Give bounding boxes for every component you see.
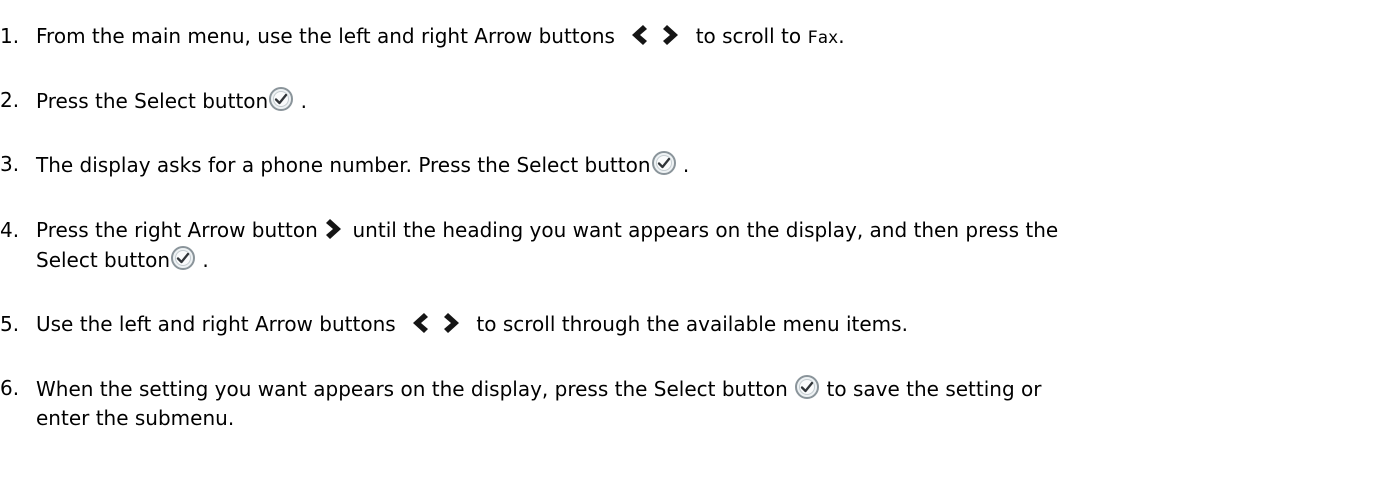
step-1-text-part-3: .: [838, 24, 845, 48]
step-1-text-part-2: to scroll to: [695, 24, 802, 48]
step-number: 4.: [0, 218, 20, 242]
step-1-text-part-1: From the main menu, use the left and rig…: [36, 24, 615, 48]
step-text: From the main menu, use the left and rig…: [36, 22, 1386, 53]
left-arrow-icon: [408, 311, 430, 335]
left-arrow-icon: [627, 23, 649, 47]
select-check-icon: [651, 150, 677, 176]
right-arrow-icon: [661, 23, 683, 47]
step-text: When the setting you want appears on the…: [36, 374, 1386, 433]
step-2-text-part-1: Press the Select button: [36, 89, 269, 113]
step-4-text-part-2: until the heading you want appears on th…: [352, 218, 1059, 242]
step-text: Press the Select button .: [36, 86, 1386, 116]
menu-item-fax: Fax: [807, 28, 839, 48]
select-check-icon: [170, 245, 196, 271]
step-4-text-part-4: .: [202, 248, 209, 272]
select-check-icon: [268, 86, 294, 112]
step-2-text-part-2: .: [300, 89, 307, 113]
step-5-text-part-1: Use the left and right Arrow buttons: [36, 312, 396, 336]
right-arrow-icon: [324, 217, 346, 241]
step-number: 1.: [0, 24, 20, 48]
step-text: The display asks for a phone number. Pre…: [36, 150, 1386, 180]
right-arrow-icon: [442, 311, 464, 335]
step-text: Use the left and right Arrow buttons to …: [36, 310, 1386, 339]
step-4-text-part-3: Select button: [36, 248, 171, 272]
step-6-text-part-3: enter the submenu.: [36, 406, 235, 430]
step-number: 6.: [0, 376, 20, 400]
step-text: Press the right Arrow button until the h…: [36, 216, 1386, 275]
step-number: 3.: [0, 152, 20, 176]
select-check-icon: [794, 374, 820, 400]
step-6-text-part-1: When the setting you want appears on the…: [36, 377, 788, 401]
step-4-text-part-1: Press the right Arrow button: [36, 218, 318, 242]
step-6-text-part-2: to save the setting or: [826, 377, 1042, 401]
step-5-text-part-2: to scroll through the available menu ite…: [476, 312, 908, 336]
step-number: 2.: [0, 88, 20, 112]
step-number: 5.: [0, 312, 20, 336]
step-3-text-part-1: The display asks for a phone number. Pre…: [36, 153, 651, 177]
step-3-text-part-2: .: [682, 153, 690, 177]
